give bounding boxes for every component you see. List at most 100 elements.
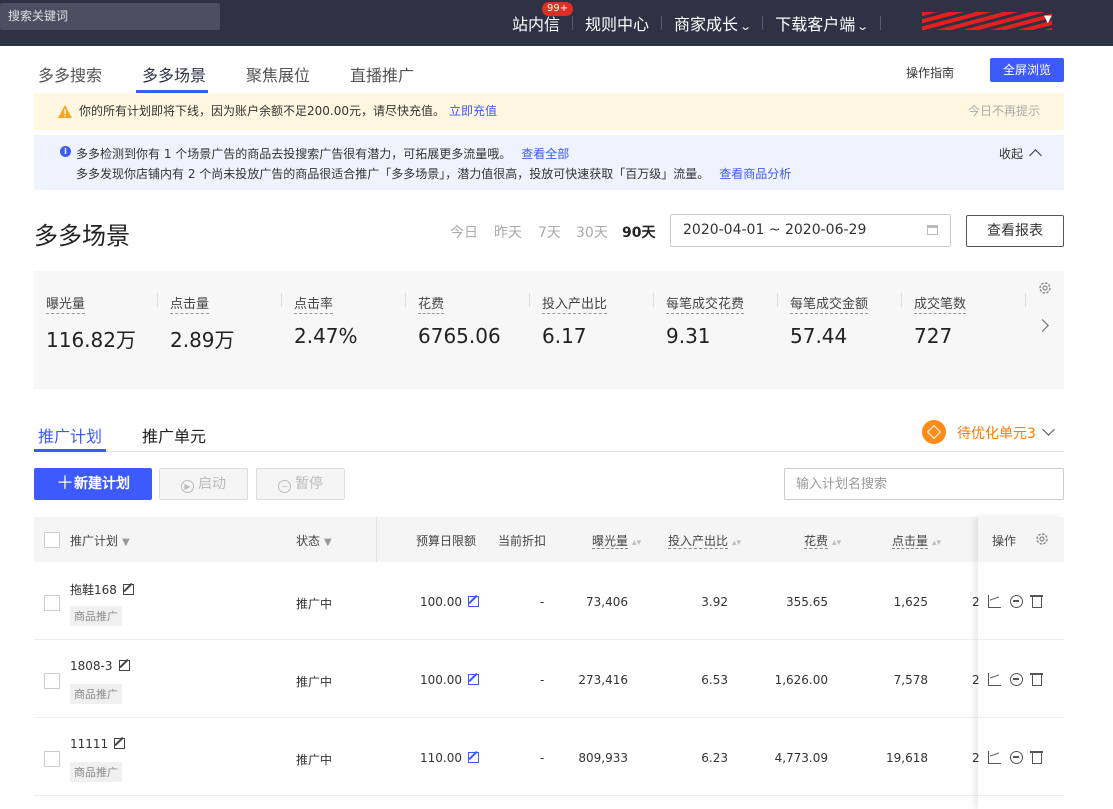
fullscreen-button[interactable]: 全屏浏览 [990, 58, 1064, 82]
dismiss-today-link[interactable]: 今日不再提示 [968, 93, 1040, 130]
warning-icon [58, 105, 72, 118]
discount-cell: - [540, 595, 545, 609]
budget-cell[interactable]: 100.00 [420, 595, 479, 609]
th-clicks[interactable]: 点击量 ▴▾ [892, 532, 941, 549]
table-row: 拖鞋168 商品推广 推广中 100.00 - 73,406 3.92 355.… [34, 562, 1064, 640]
tab-promotion-plan[interactable]: 推广计划 [38, 423, 102, 447]
metric-value: 116.82万 [46, 328, 136, 352]
th-roi[interactable]: 投入产出比 ▴▾ [668, 532, 741, 549]
date-option-7d[interactable]: 7天 [538, 222, 561, 242]
edit-icon[interactable] [468, 752, 479, 763]
operation-guide-link[interactable]: 操作指南 [906, 64, 954, 81]
edit-icon[interactable] [114, 738, 126, 749]
metric-divider [1025, 293, 1026, 307]
date-option-today[interactable]: 今日 [450, 222, 478, 242]
budget-value: 100.00 [420, 673, 462, 687]
optimize-label: 待优化单元3 [957, 426, 1036, 442]
select-all-checkbox[interactable] [44, 532, 60, 548]
row-checkbox[interactable] [44, 751, 60, 767]
date-option-90d[interactable]: 90天 [622, 222, 655, 242]
start-label: 启动 [198, 476, 226, 492]
sort-icon[interactable]: ▴▾ [932, 538, 941, 548]
edit-icon[interactable] [468, 596, 479, 607]
nav-rules-center[interactable]: 规则中心 [573, 11, 661, 35]
filter-icon[interactable]: ▼ [324, 537, 332, 548]
plan-type-tag: 商品推广 [70, 606, 122, 626]
th-status[interactable]: 状态 ▼ [296, 532, 332, 549]
nav-messages-label: 站内信 [512, 15, 561, 34]
gear-icon[interactable] [1038, 281, 1052, 295]
nav-download-client[interactable]: 下载客户端⌄ [763, 11, 879, 35]
recharge-link[interactable]: 立即充值 [449, 104, 497, 118]
tab-search-ads[interactable]: 多多搜索 [38, 62, 102, 86]
date-option-30d[interactable]: 30天 [576, 222, 608, 242]
filter-icon[interactable]: ▼ [122, 537, 130, 548]
impressions-cell: 809,933 [578, 751, 628, 765]
pause-button[interactable]: − 暂停 [256, 468, 345, 500]
th-impressions-label: 曝光量 [592, 534, 629, 549]
pause-label: 暂停 [295, 476, 323, 492]
metric-value: 6.17 [542, 324, 587, 348]
table-row: 1808-3 商品推广 推广中 100.00 - 273,416 6.53 1,… [34, 640, 1064, 718]
sort-icon[interactable]: ▴▾ [832, 538, 841, 548]
metric-value: 9.31 [666, 324, 711, 348]
metrics-panel: 曝光量 116.82万 点击量 2.89万 点击率 2.47% 花费 6765.… [34, 271, 1064, 389]
collapse-button[interactable]: 收起 [999, 145, 1042, 162]
th-impressions[interactable]: 曝光量 ▴▾ [592, 532, 641, 549]
tab-scene-ads[interactable]: 多多场景 [142, 62, 206, 86]
tab-promotion-unit[interactable]: 推广单元 [142, 423, 206, 447]
plan-name[interactable]: 拖鞋168 [70, 581, 134, 598]
edit-icon[interactable] [118, 660, 130, 671]
plan-search-input[interactable] [784, 468, 1064, 500]
row-checkbox[interactable] [44, 673, 60, 689]
start-button[interactable]: ▶ 启动 [159, 468, 248, 500]
budget-cell[interactable]: 100.00 [420, 673, 479, 687]
nav-download-client-label: 下载客户端 [775, 15, 856, 34]
caret-down-icon: ▼ [1044, 14, 1052, 25]
edit-icon[interactable] [468, 674, 479, 685]
nav-messages[interactable]: 站内信 99+ [500, 2, 574, 35]
info-icon: i [60, 146, 71, 157]
sort-icon[interactable]: ▴▾ [632, 538, 641, 548]
view-report-button[interactable]: 查看报表 [966, 215, 1064, 247]
redacted-account-name [922, 12, 1052, 30]
th-plan[interactable]: 推广计划 ▼ [70, 532, 130, 549]
metric-clicks: 点击量 2.89万 [170, 293, 290, 353]
tab-focus-display[interactable]: 聚焦展位 [246, 62, 310, 86]
plus-icon: ＋ [56, 473, 74, 494]
budget-cell[interactable]: 110.00 [420, 751, 479, 765]
optimize-icon [922, 420, 946, 444]
new-plan-button[interactable]: ＋新建计划 [34, 468, 152, 500]
metric-label: 花费 [418, 293, 445, 314]
table-header: 推广计划 ▼ 状态 ▼ 预算日限额 当前折扣 曝光量 ▴▾ 投入产出比 ▴▾ 花费 ▴▾ … [34, 517, 1064, 562]
view-product-analysis-link[interactable]: 查看商品分析 [719, 167, 791, 181]
chevron-right-icon[interactable] [1036, 319, 1049, 332]
metric-divider [653, 293, 654, 307]
sort-icon[interactable]: ▴▾ [732, 538, 741, 548]
global-search-input[interactable]: 搜索关键词 [0, 3, 220, 30]
tab-live-promotion[interactable]: 直播推广 [350, 62, 414, 86]
plan-name[interactable]: 11111 [70, 737, 126, 751]
discount-cell: - [540, 751, 545, 765]
chevron-down-icon [1042, 423, 1055, 436]
date-range-picker[interactable]: 2020-04-01 ~ 2020-06-29 [670, 214, 951, 247]
warning-text: 你的所有计划即将下线，因为账户余额不足200.00元，请尽快充值。 立即充值 [79, 93, 497, 130]
account-menu[interactable]: ▼ [918, 6, 1058, 36]
date-range-value: 2020-04-01 ~ 2020-06-29 [683, 222, 867, 238]
impressions-cell: 273,416 [578, 673, 628, 687]
metric-label: 每笔成交花费 [666, 293, 745, 314]
budget-value: 100.00 [420, 595, 462, 609]
metric-divider [281, 293, 282, 307]
metric-label: 曝光量 [46, 293, 86, 314]
view-all-link[interactable]: 查看全部 [521, 147, 569, 161]
date-option-yesterday[interactable]: 昨天 [494, 222, 522, 242]
active-plan-tab-indicator [34, 449, 106, 452]
th-cost[interactable]: 花费 ▴▾ [804, 532, 841, 549]
page-title: 多多场景 [34, 222, 130, 250]
play-icon: ▶ [181, 480, 194, 493]
row-checkbox[interactable] [44, 595, 60, 611]
plan-name[interactable]: 1808-3 [70, 659, 130, 673]
status-cell: 推广中 [296, 675, 333, 689]
edit-icon[interactable] [122, 584, 134, 595]
nav-merchant-growth[interactable]: 商家成长⌄ [662, 11, 762, 35]
